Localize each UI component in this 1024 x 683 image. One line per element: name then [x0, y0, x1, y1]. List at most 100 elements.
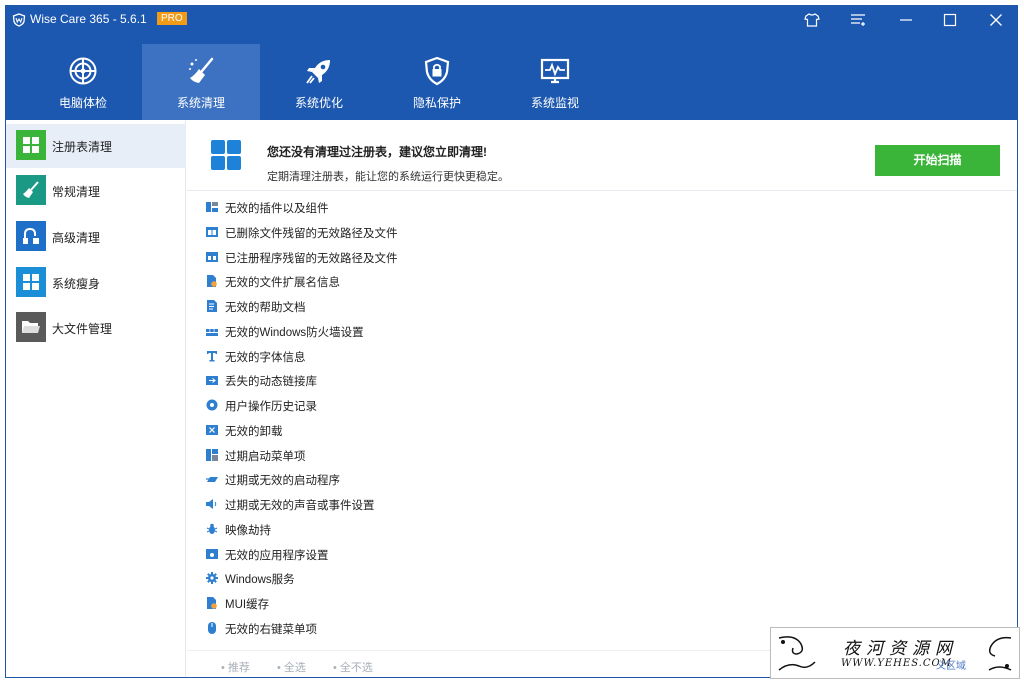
mouse-icon: [208, 622, 216, 634]
list-item[interactable]: 无效的应用程序设置: [187, 543, 687, 565]
list-item[interactable]: 无效的帮助文档: [187, 295, 687, 317]
app-logo-icon: [12, 13, 26, 27]
start-menu-icon: [206, 449, 218, 461]
sidebar-item-system-slim[interactable]: 系统瘦身: [6, 261, 186, 305]
recommend-link[interactable]: • 推荐: [221, 659, 250, 675]
list-item[interactable]: 无效的Windows防火墙设置: [187, 320, 687, 342]
list-item[interactable]: 过期或无效的启动程序: [187, 468, 687, 490]
pro-badge: PRO: [157, 12, 187, 25]
menu-button[interactable]: [848, 10, 868, 30]
tab-system-optimize[interactable]: 系统优化: [260, 44, 378, 120]
sidebar-item-label: 大文件管理: [52, 322, 113, 336]
file-extension-icon: [207, 275, 217, 287]
program-icon: [206, 252, 218, 262]
registry-icon: [16, 130, 46, 160]
list-item[interactable]: 过期或无效的声音或事件设置: [187, 493, 687, 515]
list-item-label: 无效的插件以及组件: [225, 203, 329, 215]
tab-label: 电脑体检: [58, 96, 107, 110]
sidebar-item-label: 系统瘦身: [52, 277, 101, 291]
monitor-pulse-icon: [540, 58, 570, 84]
app-settings-icon: [206, 549, 218, 559]
sidebar-item-label: 常规清理: [52, 185, 101, 199]
maximize-button[interactable]: [940, 10, 960, 30]
list-item-label: 已注册程序残留的无效路径及文件: [225, 253, 398, 265]
plugin-icon: [206, 202, 218, 212]
list-item-label: 无效的应用程序设置: [225, 550, 329, 562]
tab-pc-checkup[interactable]: 电脑体检: [24, 44, 142, 120]
watermark-extra-text: 义区域: [936, 661, 966, 672]
advanced-clean-icon: [16, 221, 46, 251]
list-item[interactable]: 过期启动菜单项: [187, 444, 687, 466]
gear-icon: [206, 572, 218, 584]
list-item-label: 无效的帮助文档: [225, 302, 306, 314]
broom-icon: [16, 175, 46, 205]
sidebar-item-advanced-clean[interactable]: 高级清理: [6, 215, 186, 259]
top-bar: Wise Care 365 - 5.6.1 PRO 电脑体检 系统清理 系统优化…: [6, 6, 1017, 120]
deleted-file-icon: [206, 227, 218, 237]
list-item[interactable]: 映像劫持: [187, 518, 687, 540]
start-scan-button[interactable]: 开始扫描: [875, 145, 1000, 176]
tab-system-clean[interactable]: 系统清理: [142, 44, 260, 120]
select-none-link[interactable]: • 全不选: [333, 659, 373, 675]
tab-label: 系统清理: [176, 96, 225, 110]
list-item-label: 无效的字体信息: [225, 352, 306, 364]
help-doc-icon: [207, 300, 217, 312]
title-bar[interactable]: Wise Care 365 - 5.6.1 PRO: [6, 6, 1017, 34]
sidebar-item-label: 注册表清理: [52, 140, 113, 154]
list-item-label: 无效的卸载: [225, 426, 283, 438]
tab-system-monitor[interactable]: 系统监视: [496, 44, 614, 120]
sidebar-item-regular-clean[interactable]: 常规清理: [6, 169, 186, 213]
list-item-label: Windows服务: [225, 574, 295, 586]
shield-lock-icon: [424, 56, 450, 86]
menu-icon: [851, 14, 865, 26]
mui-cache-icon: [207, 597, 217, 609]
minimize-icon: [900, 19, 912, 21]
list-item[interactable]: 丢失的动态链接库: [187, 369, 687, 391]
list-item[interactable]: 用户操作历史记录: [187, 394, 687, 416]
app-title: Wise Care 365 - 5.6.1: [30, 12, 147, 26]
main-nav: 电脑体检 系统清理 系统优化 隐私保护 系统监视: [24, 44, 614, 120]
tab-label: 系统监视: [530, 96, 579, 110]
list-item-label: 无效的文件扩展名信息: [225, 277, 340, 289]
list-item-label: 过期或无效的声音或事件设置: [225, 500, 375, 512]
list-item[interactable]: 已删除文件残留的无效路径及文件: [187, 221, 687, 243]
list-item-label: 丢失的动态链接库: [225, 376, 317, 388]
list-item-label: 过期或无效的启动程序: [225, 475, 340, 487]
select-all-link[interactable]: • 全选: [277, 659, 306, 675]
broom-icon: [189, 57, 214, 83]
tab-label: 隐私保护: [412, 96, 461, 110]
list-item-label: 用户操作历史记录: [225, 401, 317, 413]
history-icon: [206, 399, 218, 411]
startup-icon: [206, 477, 218, 482]
list-item[interactable]: MUI缓存: [187, 592, 687, 614]
list-item[interactable]: 无效的字体信息: [187, 345, 687, 367]
list-item[interactable]: 无效的右键菜单项: [187, 617, 687, 639]
minimize-button[interactable]: [896, 10, 916, 30]
radar-icon: [69, 57, 97, 85]
banner-subtitle: 定期清理注册表，能让您的系统运行更快更稳定。: [267, 171, 509, 183]
list-item[interactable]: 无效的插件以及组件: [187, 196, 687, 218]
folder-icon: [16, 312, 46, 342]
windows-icon: [16, 267, 46, 297]
list-item[interactable]: 无效的文件扩展名信息: [187, 270, 687, 292]
list-item[interactable]: Windows服务: [187, 567, 687, 589]
close-button[interactable]: [986, 10, 1006, 30]
sidebar-item-label: 高级清理: [52, 231, 101, 245]
list-item-label: 已删除文件残留的无效路径及文件: [225, 228, 398, 240]
app-window: Wise Care 365 - 5.6.1 PRO 电脑体检 系统清理 系统优化…: [5, 5, 1018, 678]
tab-privacy[interactable]: 隐私保护: [378, 44, 496, 120]
skin-button[interactable]: [802, 10, 822, 30]
list-item-label: 无效的Windows防火墙设置: [225, 327, 364, 339]
close-icon: [990, 14, 1002, 26]
list-item[interactable]: 无效的卸载: [187, 419, 687, 441]
tab-label: 系统优化: [294, 96, 343, 110]
ornament-icon: [988, 636, 1012, 671]
list-item[interactable]: 已注册程序残留的无效路径及文件: [187, 246, 687, 268]
sidebar-item-registry-clean[interactable]: 注册表清理: [6, 124, 186, 168]
dll-icon: [206, 376, 218, 385]
list-item-label: MUI缓存: [225, 599, 270, 611]
banner-title: 您还没有清理过注册表，建议您立即清理!: [267, 145, 487, 159]
bug-icon: [206, 523, 218, 534]
ornament-icon: [778, 636, 816, 671]
sidebar-item-large-file-manager[interactable]: 大文件管理: [6, 306, 186, 350]
